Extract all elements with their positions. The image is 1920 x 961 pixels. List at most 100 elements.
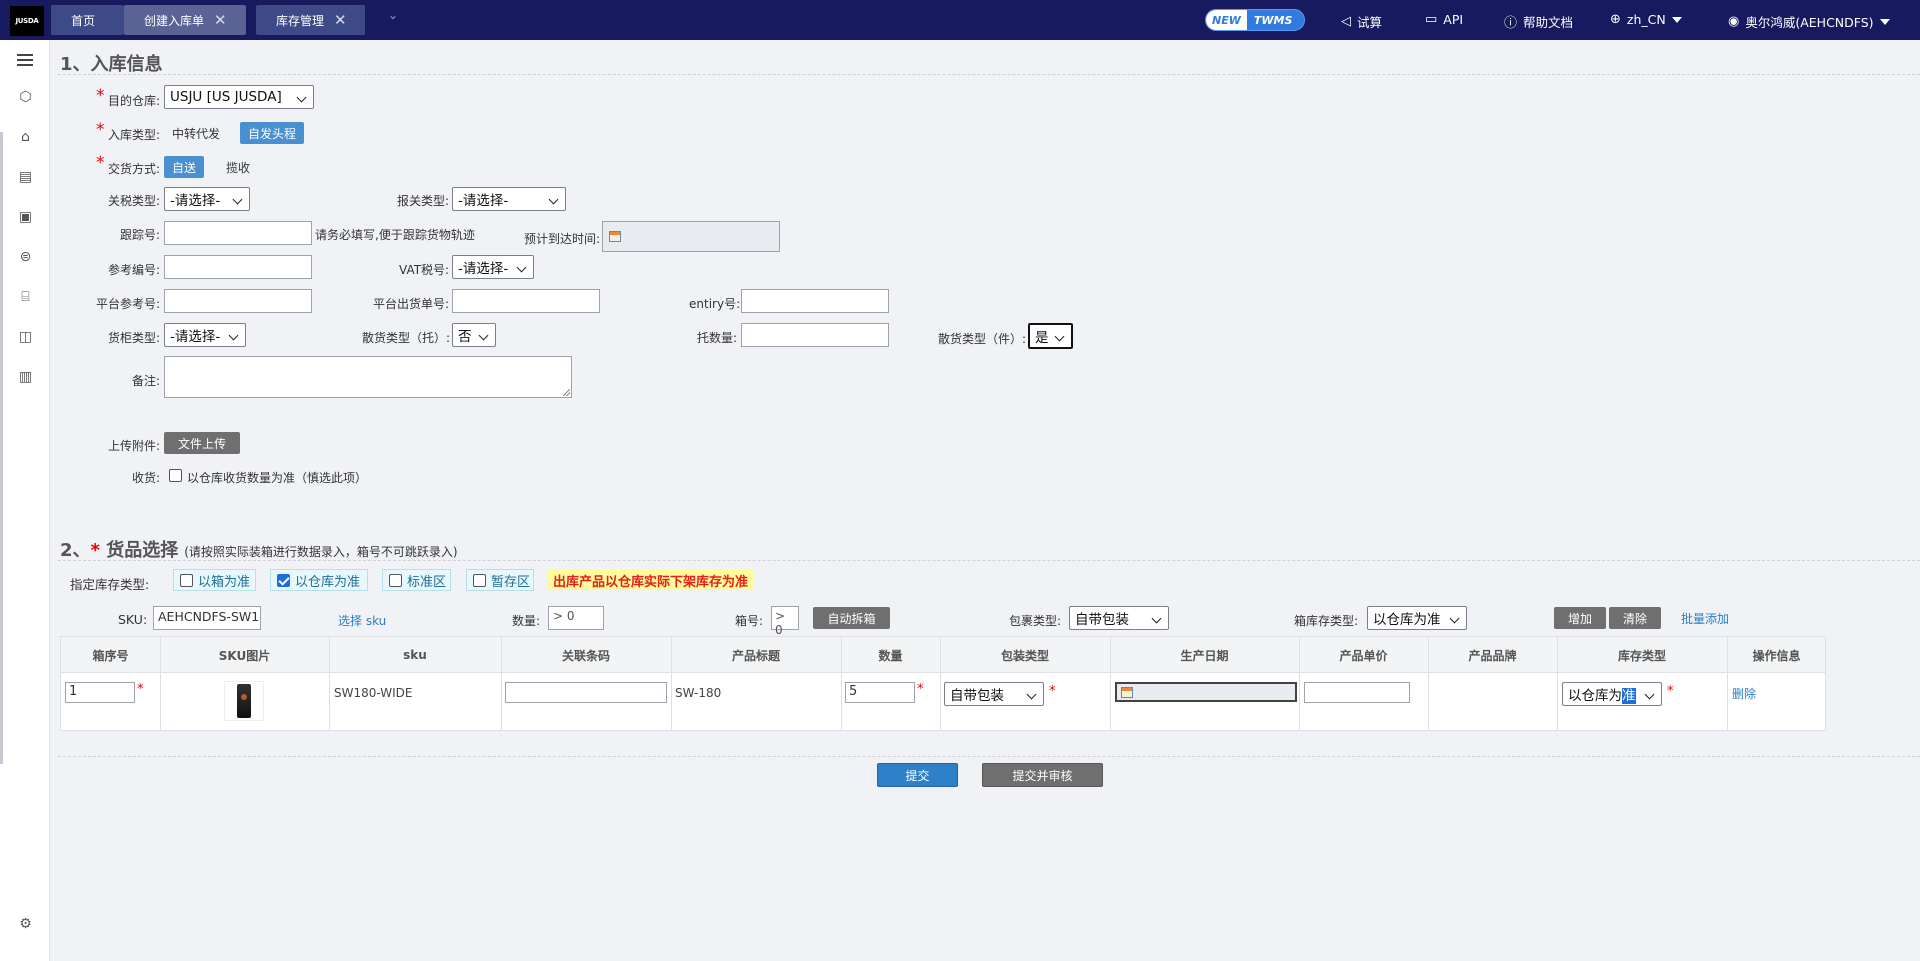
monitor-icon[interactable]: ▥ [17, 368, 34, 385]
stock-type-temp-checkbox[interactable] [473, 574, 486, 587]
col-header-production-date: 生产日期 [1180, 648, 1229, 663]
menu-icon[interactable] [17, 51, 34, 68]
receive-checkbox[interactable] [169, 469, 182, 482]
eta-date-input[interactable] [602, 221, 780, 252]
upload-button[interactable]: 文件上传 [164, 432, 240, 454]
stock-type-standard-checkbox[interactable] [389, 574, 402, 587]
vat-select[interactable]: -请选择- [452, 255, 534, 279]
warehouse-select[interactable]: USJU [US JUSDA] [164, 85, 314, 109]
billing-icon[interactable]: ⊜ [17, 248, 34, 265]
warehouse-label: 目的仓库: [108, 94, 161, 108]
col-header-stock-type: 库存类型 [1617, 648, 1666, 663]
submit-review-button[interactable]: 提交并审核 [982, 763, 1103, 787]
tab-inventory[interactable]: 库存管理 ✕ [256, 5, 365, 35]
help-link[interactable]: ⓘ 帮助文档 [1504, 12, 1573, 31]
chevron-down-icon [478, 330, 489, 341]
trial-label: 试算 [1357, 15, 1383, 30]
row-pack-select[interactable]: 自带包装 [944, 682, 1044, 706]
col-header-box-no: 箱序号 [92, 648, 129, 663]
section-title-goods: 2、* 货品选择 (请按照实际装箱进行数据录入，箱号不可跳跃录入) [60, 536, 458, 562]
required-mark: * [96, 120, 105, 140]
store-icon[interactable]: ⌸ [17, 288, 34, 305]
chevron-down-icon [548, 194, 559, 205]
stock-type-warehouse-checkbox[interactable] [277, 574, 290, 587]
sku-thumbnail[interactable] [224, 681, 264, 721]
chevron-down-icon[interactable]: ⌄ [388, 8, 398, 22]
row-delete-link[interactable]: 删除 [1732, 685, 1756, 702]
required-mark: * [1049, 684, 1056, 699]
pack-type-select[interactable]: 自带包装 [1069, 606, 1169, 630]
tab-create-inbound[interactable]: 创建入库单 ✕ [124, 5, 246, 35]
calendar-icon[interactable] [1121, 687, 1133, 698]
bulk-piece-value: 是 [1035, 330, 1049, 346]
tracking-note: 请务必填写,便于跟踪货物轨迹 [315, 228, 475, 242]
select-sku-link[interactable]: 选择 sku [338, 612, 386, 629]
trial-link[interactable]: ◁ 试算 [1341, 12, 1382, 31]
bulk-pallet-value: 否 [458, 329, 472, 345]
col-header-title: 产品标题 [731, 648, 780, 663]
row-production-date-input[interactable] [1115, 682, 1297, 702]
bulk-pallet-select[interactable]: 否 [452, 323, 496, 347]
row-unit-price-input[interactable] [1304, 682, 1410, 703]
ref-no-input[interactable] [164, 255, 312, 279]
platform-out-input[interactable] [452, 289, 600, 313]
bulk-pallet-label: 散货类型（托）: [362, 331, 451, 345]
section2-title: 货品选择 [99, 540, 179, 561]
clear-button[interactable]: 清除 [1609, 607, 1661, 629]
box-icon[interactable]: ⬡ [17, 88, 34, 105]
add-button[interactable]: 增加 [1554, 607, 1606, 629]
tab-home[interactable]: 首页 [51, 5, 124, 35]
archive-icon[interactable]: ▣ [17, 208, 34, 225]
warehouse-icon[interactable]: ⌂ [17, 128, 34, 145]
box-no-input[interactable]: > 0 [771, 606, 799, 637]
user-menu[interactable]: ◉ 奥尔鸿威(AEHCNDFS) [1728, 12, 1890, 31]
chevron-down-icon [1054, 331, 1065, 342]
row-qty-input[interactable]: 5 [845, 682, 915, 703]
submit-button[interactable]: 提交 [877, 763, 958, 787]
stock-type-label: 指定库存类型: [70, 577, 150, 592]
entry-input[interactable] [741, 289, 889, 313]
close-icon[interactable]: ✕ [334, 11, 347, 29]
stock-type-box-checkbox[interactable] [180, 574, 193, 587]
pallet-count-input[interactable] [741, 323, 889, 347]
document-icon[interactable]: ▤ [17, 168, 34, 185]
receive-label: 收货: [132, 471, 161, 485]
col-header-pack-type: 包装类型 [1000, 648, 1049, 663]
api-link[interactable]: ▭ API [1425, 12, 1463, 27]
customs-type-select[interactable]: -请选择- [452, 187, 566, 211]
box-stock-select[interactable]: 以仓库为准 [1367, 606, 1467, 630]
delivery-self-send[interactable]: 自送 [164, 156, 205, 178]
row-sku: SW180-WIDE [334, 686, 413, 700]
terminal-icon: ▭ [1425, 12, 1438, 27]
required-mark: * [1667, 684, 1674, 699]
tracking-input[interactable] [164, 221, 312, 245]
new-twms-badge[interactable]: NEW TWMS [1205, 9, 1305, 31]
tax-type-select[interactable]: -请选择- [164, 187, 250, 211]
row-stock-type-select[interactable]: 以仓库为准 [1562, 682, 1662, 706]
user-icon: ◉ [1728, 14, 1740, 29]
bulk-piece-select[interactable]: 是 [1028, 323, 1073, 349]
inbound-type-self[interactable]: 自发头程 [240, 122, 305, 144]
language-selector[interactable]: ⊕ zh_CN [1610, 12, 1682, 27]
row-box-no-input[interactable]: 1 [65, 682, 135, 703]
chevron-down-icon [1449, 613, 1460, 624]
row-barcode-input[interactable] [505, 682, 667, 703]
qty-input[interactable]: > 0 [548, 606, 604, 630]
batch-add-link[interactable]: 批量添加 [1681, 610, 1729, 627]
close-icon[interactable]: ✕ [214, 11, 227, 29]
delivery-pickup[interactable]: 揽收 [218, 156, 258, 178]
inbound-type-transit[interactable]: 中转代发 [164, 122, 228, 144]
col-header-unit-price: 产品单价 [1339, 648, 1388, 663]
auto-split-button[interactable]: 自动拆箱 [813, 607, 890, 629]
pack-type-value: 自带包装 [1075, 612, 1129, 628]
sku-input[interactable]: AEHCNDFS-SW18 [153, 606, 261, 630]
remark-textarea[interactable] [164, 356, 572, 398]
calendar-icon[interactable] [609, 231, 621, 242]
wallet-icon[interactable]: ◫ [17, 328, 34, 345]
top-bar: JUSDA 首页 创建入库单 ✕ 库存管理 ✕ ⌄ NEW TWMS ◁ 试算 … [0, 0, 1920, 40]
platform-ref-input[interactable] [164, 289, 312, 313]
warehouse-value: USJU [US JUSDA] [170, 89, 282, 105]
gear-icon[interactable]: ⚙ [17, 915, 34, 932]
container-type-select[interactable]: -请选择- [164, 323, 246, 347]
col-header-barcode: 关联条码 [561, 648, 610, 663]
